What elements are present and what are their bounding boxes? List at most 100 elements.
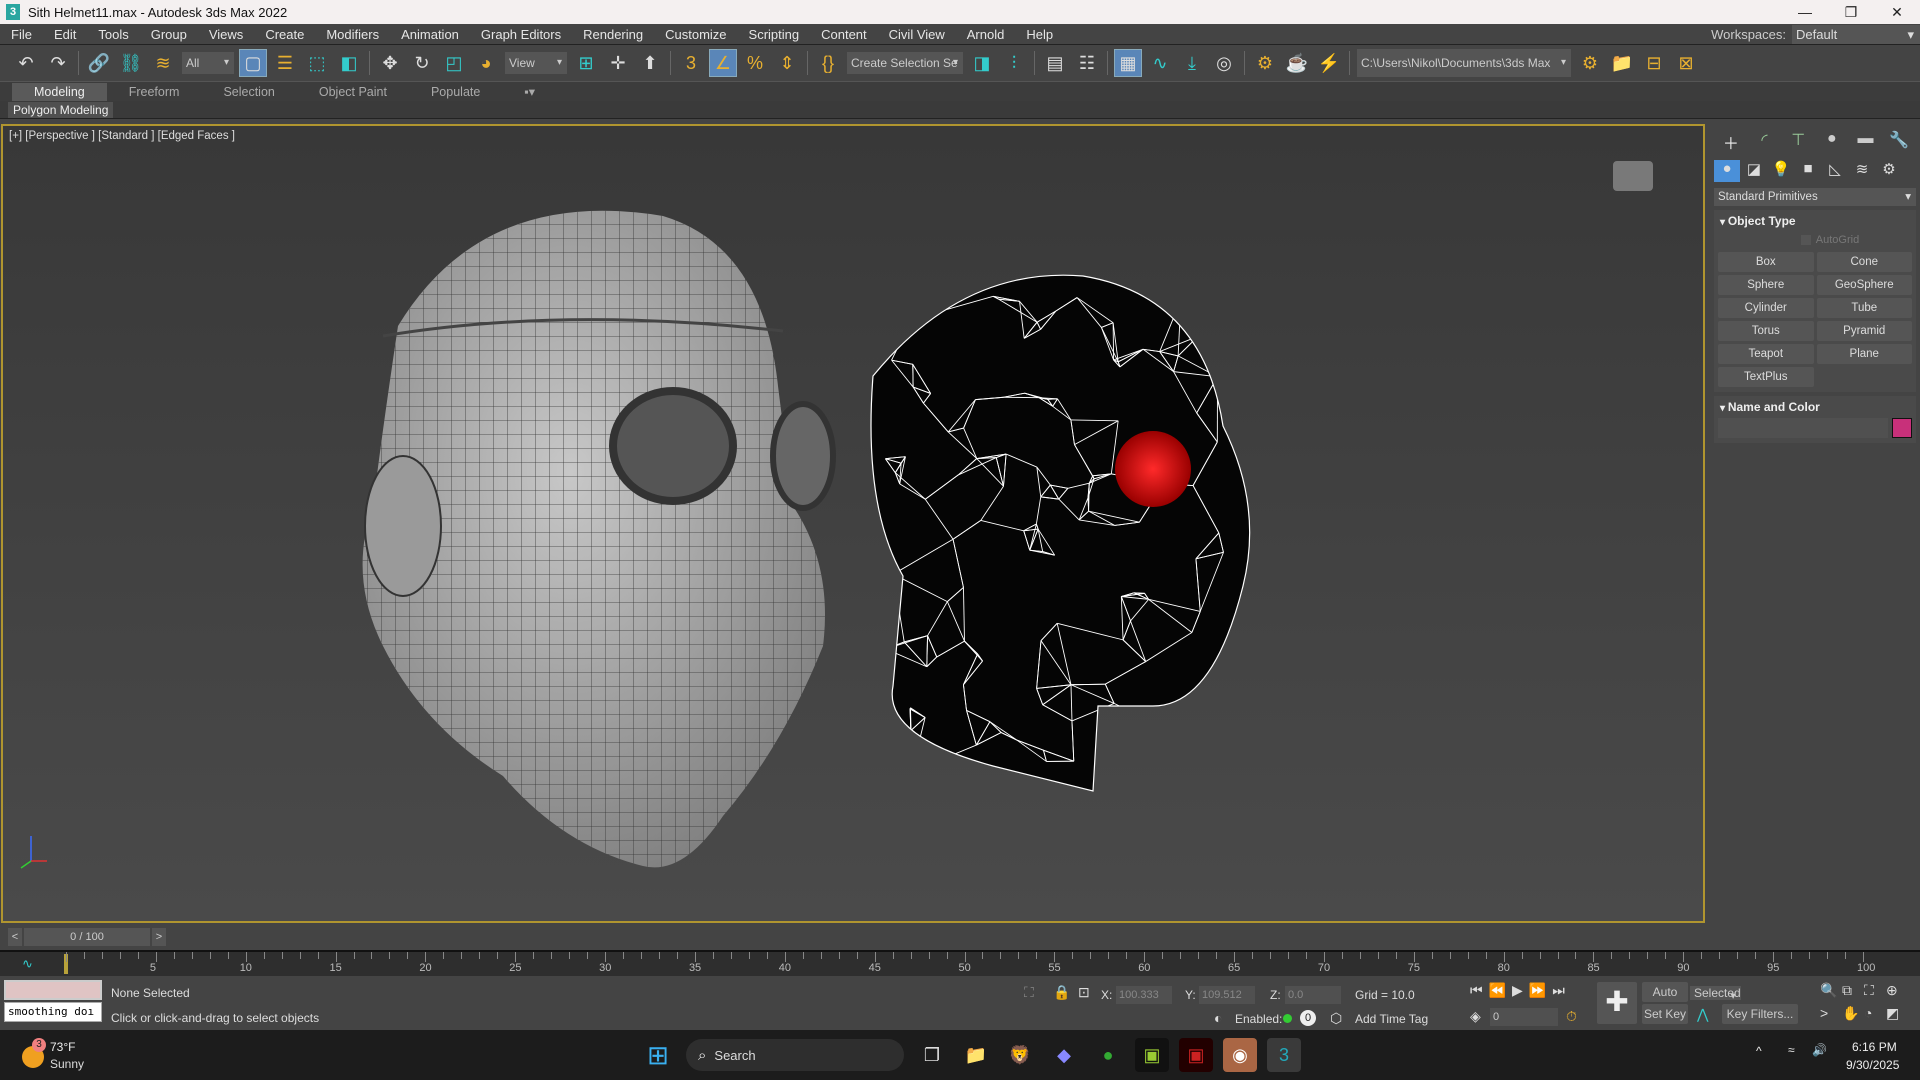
menu-modifiers[interactable]: Modifiers [315,27,390,42]
key-filters-button[interactable]: Key Filters... [1722,1004,1798,1024]
ribbon-tab-object-paint[interactable]: Object Paint [297,83,409,101]
minimize-button[interactable]: — [1782,0,1828,24]
display-tab-icon[interactable]: ▬ [1849,130,1883,154]
select-object-icon[interactable]: ▢ [239,49,267,77]
previous-frame-icon[interactable]: ⏪ [1489,982,1506,999]
clock-time[interactable]: 6:16 PM [1852,1040,1897,1054]
enabled-count[interactable]: 0 [1300,1010,1316,1026]
systems-icon[interactable]: ⚙ [1876,160,1902,182]
task-view-icon[interactable]: ❐ [915,1038,949,1072]
open-project-icon[interactable]: 📁 [1608,49,1636,77]
polygon-modeling-panel[interactable]: Polygon Modeling [8,102,114,118]
search-box[interactable]: ⌕ Search [686,1039,904,1071]
show-hidden-icons[interactable]: ^ [1756,1044,1762,1058]
pan-icon[interactable]: ✋ [1842,1005,1864,1022]
object-type-header[interactable]: Object Type [1714,210,1916,232]
add-time-tag-button[interactable]: Add Time Tag [1355,1012,1428,1026]
y-coordinate-field[interactable]: 109.512 [1199,986,1255,1004]
motion-tab-icon[interactable]: ● [1815,130,1849,154]
isolate-selection-icon[interactable]: ⛶ [1024,984,1034,1001]
project-settings-icon[interactable]: ⚙ [1576,49,1604,77]
object-name-input[interactable] [1718,418,1888,438]
next-frame-icon[interactable]: ⏩ [1529,982,1546,999]
layer-explorer-icon[interactable]: ☷ [1073,49,1101,77]
curve-editor-icon[interactable]: ∿ [1146,49,1174,77]
unlink-icon[interactable]: ⛓ [117,49,145,77]
menu-civil-view[interactable]: Civil View [878,27,956,42]
rendered-frame-window-icon[interactable]: ☕ [1283,49,1311,77]
zoom-icon[interactable]: 🔍 [1820,982,1842,999]
next-frame-button[interactable]: > [152,928,166,946]
frame-display[interactable]: 0 / 100 [24,928,150,946]
link-icon[interactable]: 🔗 [85,49,113,77]
ribbon-tab-populate[interactable]: Populate [409,83,502,101]
helpers-icon[interactable]: ◺ [1822,160,1848,182]
toggle-ribbon-icon[interactable]: ▦ [1114,49,1142,77]
select-manipulate-icon[interactable]: ✛ [604,49,632,77]
close-button[interactable]: ✕ [1874,0,1920,24]
redo-icon[interactable]: ↷ [44,49,72,77]
default-in-out-tangents-icon[interactable]: ⋀ [1697,1006,1708,1023]
wireframe-helmet-model[interactable] [870,274,1251,792]
x-coordinate-field[interactable]: 100.333 [1116,986,1172,1004]
scale-icon[interactable]: ◰ [440,49,468,77]
hierarchy-tab-icon[interactable]: ⊤ [1781,130,1815,154]
material-editor-icon[interactable]: ◎ [1210,49,1238,77]
maximize-viewport-icon[interactable]: ◩ [1886,1005,1908,1022]
tube-button[interactable]: Tube [1816,298,1912,318]
menu-create[interactable]: Create [254,27,315,42]
menu-views[interactable]: Views [198,27,254,42]
pyramid-button[interactable]: Pyramid [1816,321,1912,341]
selection-filter-dropdown[interactable]: All [182,52,234,74]
set-key-button[interactable]: Set Key [1642,1004,1688,1024]
maxscript-listener-output[interactable]: smoothing doı [4,1002,102,1022]
snaps-toggle-icon[interactable]: 3 [677,49,705,77]
menu-help[interactable]: Help [1015,27,1064,42]
angle-snap-icon[interactable]: ∠ [709,49,737,77]
auto-key-button[interactable]: Auto Key [1642,982,1688,1019]
menu-group[interactable]: Group [140,27,198,42]
time-configuration-icon[interactable]: ⏱ [1566,1008,1577,1025]
absolute-mode-icon[interactable]: ⊡ [1078,984,1090,1001]
create-project-icon[interactable]: ⊟ [1640,49,1668,77]
box-button[interactable]: Box [1718,252,1814,272]
app-green-circle-icon[interactable]: ● [1091,1038,1125,1072]
rotate-icon[interactable]: ↻ [408,49,436,77]
time-slider[interactable]: < 0 / 100 > [8,928,168,946]
rectangular-selection-icon[interactable]: ⬚ [303,49,331,77]
object-color-swatch[interactable] [1892,418,1912,438]
project-structure-icon[interactable]: ⊠ [1672,49,1700,77]
menu-arnold[interactable]: Arnold [956,27,1016,42]
scene-explorer-icon[interactable]: ▤ [1041,49,1069,77]
go-to-end-icon[interactable]: ⏭ [1552,982,1565,999]
ribbon-tab-freeform[interactable]: Freeform [107,83,202,101]
menu-graph-editors[interactable]: Graph Editors [470,27,572,42]
ribbon-tab-modeling[interactable]: Modeling [12,82,107,101]
set-keys-button[interactable]: ✚ [1597,982,1637,1024]
workspaces-dropdown[interactable]: Default [1792,25,1920,44]
project-folder-dropdown[interactable]: C:\Users\Nikol\Documents\3ds Max 2022 [1357,49,1571,98]
app-character-icon[interactable]: ◉ [1223,1038,1257,1072]
orbit-icon[interactable]: ◔ [1864,1005,1886,1022]
dope-sheet-icon[interactable]: ⤓ [1178,49,1206,77]
render-setup-icon[interactable]: ⚙ [1251,49,1279,77]
named-selection-sets-icon[interactable]: {} [814,49,842,77]
menu-content[interactable]: Content [810,27,878,42]
app-green-icon[interactable]: ▣ [1135,1038,1169,1072]
geometry-icon[interactable]: ● [1714,160,1740,182]
quad-helmet-model[interactable] [362,210,836,868]
zoom-all-icon[interactable]: ⧉ [1842,982,1864,999]
cameras-icon[interactable]: ■ [1795,160,1821,182]
weather-widget[interactable]: 3 73°F Sunny [18,1038,128,1074]
name-and-color-header[interactable]: Name and Color [1714,396,1916,418]
space-warps-icon[interactable]: ≋ [1849,160,1875,182]
teapot-button[interactable]: Teapot [1718,344,1814,364]
menu-scripting[interactable]: Scripting [738,27,811,42]
menu-customize[interactable]: Customize [654,27,737,42]
menu-tools[interactable]: Tools [87,27,139,42]
file-explorer-icon[interactable]: 📁 [959,1038,993,1072]
spinner-snap-icon[interactable]: ⇕ [773,49,801,77]
percent-snap-icon[interactable]: % [741,49,769,77]
selection-lock-icon[interactable]: 🔒 [1053,984,1070,1001]
mirror-icon[interactable]: ◨ [968,49,996,77]
